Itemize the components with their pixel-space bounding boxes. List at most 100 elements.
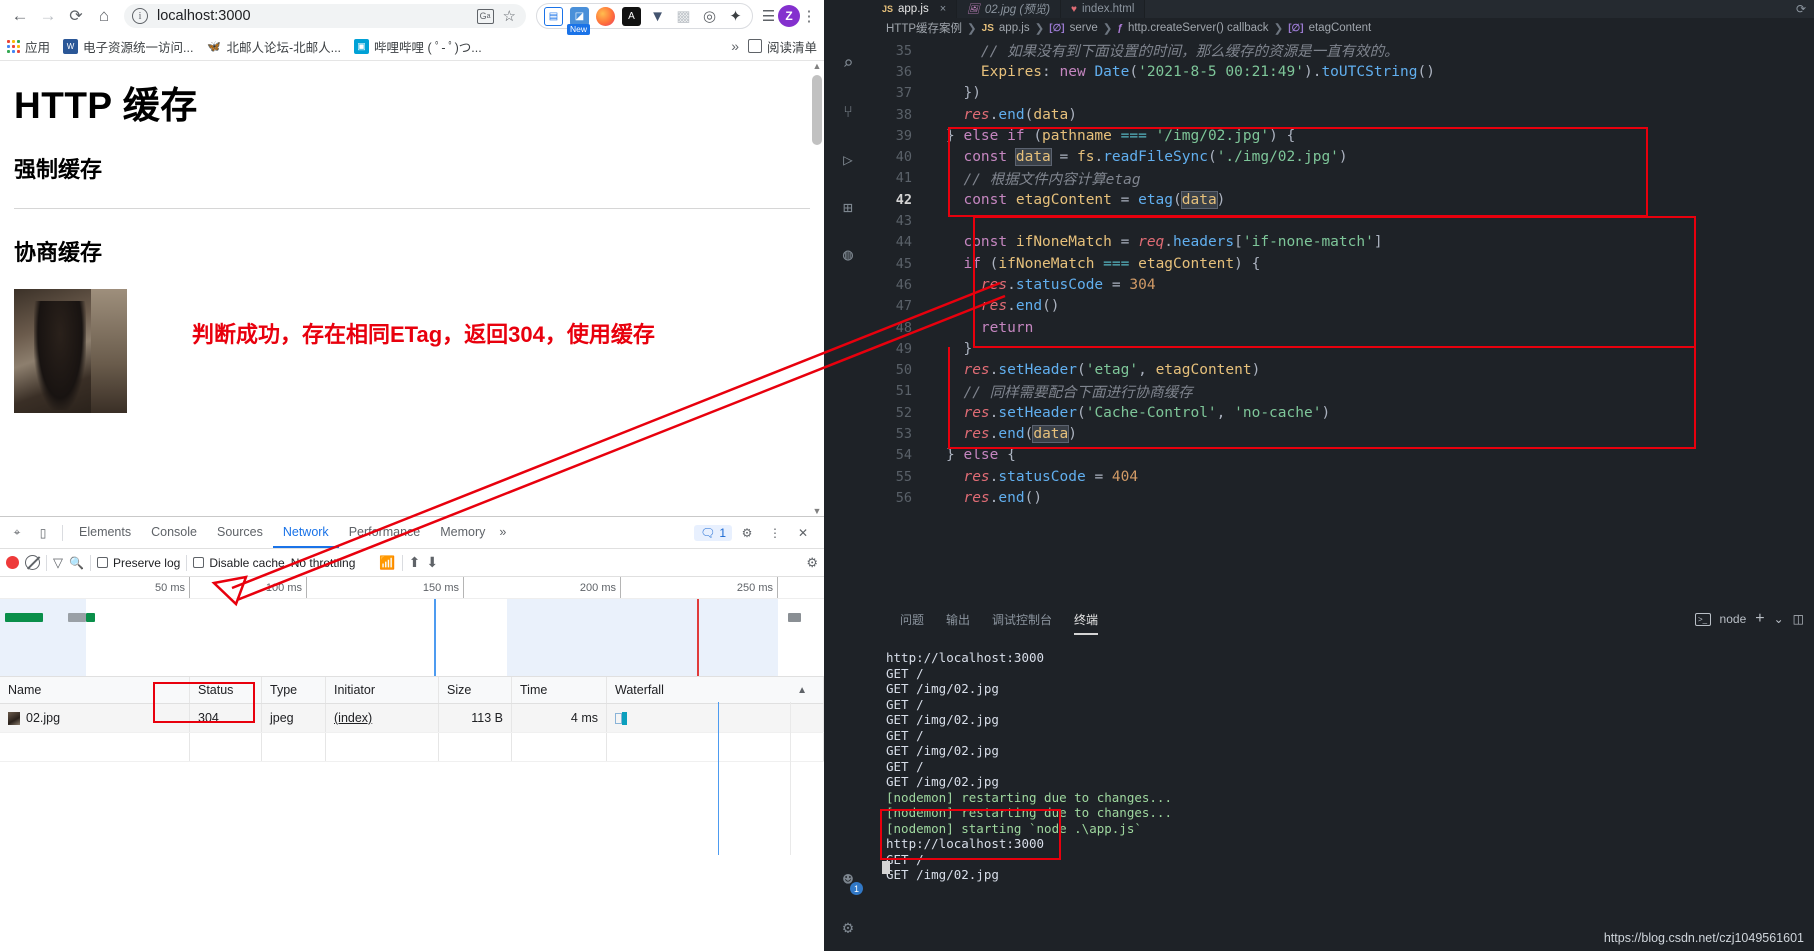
home-button[interactable]: ⌂ xyxy=(90,2,118,30)
column-header-type[interactable]: Type xyxy=(262,677,326,703)
timeline-icon[interactable]: ◍ xyxy=(835,242,861,268)
account-icon[interactable]: ☻ 1 xyxy=(835,867,863,895)
table-row[interactable]: 02.jpg 304 jpeg (index) 113 B 4 ms xyxy=(0,704,824,733)
breadcrumb-item-project[interactable]: HTTP缓存案例 xyxy=(886,20,962,36)
code-line[interactable]: 42 const etagContent = etag(data) xyxy=(872,189,1814,210)
code-line[interactable]: 39} else if (pathname === '/img/02.jpg')… xyxy=(872,125,1814,146)
code-line[interactable]: 44 const ifNoneMatch = req.headers['if-n… xyxy=(872,232,1814,253)
clear-icon[interactable] xyxy=(25,555,40,570)
code-line[interactable]: 38 res.end(data) xyxy=(872,104,1814,125)
tabs-overflow-icon[interactable]: » xyxy=(495,517,510,548)
tab-elements[interactable]: Elements xyxy=(69,517,141,548)
page-scrollbar[interactable]: ▲ ▼ xyxy=(810,61,824,516)
code-line[interactable]: 37 }) xyxy=(872,83,1814,104)
inspect-element-icon[interactable]: ⌖ xyxy=(4,520,30,546)
more-icon[interactable]: ⋮ xyxy=(762,520,788,546)
panel-tab-output[interactable]: 输出 xyxy=(946,611,970,628)
site-info-icon[interactable]: i xyxy=(132,8,148,24)
gear-icon[interactable]: ⚙ xyxy=(835,915,861,941)
code-line[interactable]: 52 res.setHeader('Cache-Control', 'no-ca… xyxy=(872,402,1814,423)
breadcrumb-item-etagcontent[interactable]: etagContent xyxy=(1309,22,1372,34)
reload-button[interactable]: ⟳ xyxy=(62,2,90,30)
network-overview[interactable]: 50 ms 100 ms 150 ms 200 ms 250 ms xyxy=(0,577,824,677)
code-line[interactable]: 51 // 同样需要配合下面进行协商缓存 xyxy=(872,381,1814,402)
editor-tab-index-html[interactable]: ♥ index.html xyxy=(1061,0,1146,18)
search-icon[interactable]: 🔍 xyxy=(69,556,84,570)
code-line[interactable]: 53 res.end(data) xyxy=(872,423,1814,444)
puzzle-ext-icon[interactable]: ✦ xyxy=(726,7,745,26)
terminal-output[interactable]: http://localhost:3000 GET / GET /img/02.jp… xyxy=(872,634,1814,883)
gear-icon[interactable]: ⚙ xyxy=(734,520,760,546)
code-line[interactable]: 35 // 如果没有到下面设置的时间，那么缓存的资源是一直有效的。 xyxy=(872,40,1814,61)
tab-memory[interactable]: Memory xyxy=(430,517,495,548)
reading-list-ext-icon[interactable]: ▤ xyxy=(544,6,563,26)
code-line[interactable]: 49 } xyxy=(872,338,1814,359)
bookmarks-overflow-icon[interactable]: » xyxy=(731,38,739,54)
bookmark-item[interactable]: W 电子资源统一访问... xyxy=(63,37,193,56)
chevron-down-icon[interactable]: ⌄ xyxy=(1774,612,1784,626)
forward-button[interactable]: → xyxy=(34,2,62,30)
breadcrumb-item-callback[interactable]: http.createServer() callback xyxy=(1128,22,1269,34)
avatar[interactable]: Z xyxy=(778,5,800,27)
scrollbar-thumb[interactable] xyxy=(812,75,822,145)
network-conditions-icon[interactable]: 📶 xyxy=(379,555,395,571)
code-line[interactable]: 47 res.end() xyxy=(872,296,1814,317)
tab-performance[interactable]: Performance xyxy=(339,517,431,548)
source-control-icon[interactable]: ⑂ xyxy=(835,98,861,124)
apps-shortcut[interactable]: 应用 xyxy=(7,37,50,56)
panel-tab-problems[interactable]: 问题 xyxy=(900,611,924,628)
translate-icon[interactable]: Ga xyxy=(476,8,494,24)
code-line[interactable]: 40 const data = fs.readFileSync('./img/0… xyxy=(872,146,1814,167)
altair-ext-icon[interactable]: A xyxy=(622,6,641,26)
firefox-ext-icon[interactable] xyxy=(596,6,615,26)
column-header-initiator[interactable]: Initiator xyxy=(326,677,439,703)
search-icon[interactable]: ⌕ xyxy=(835,50,861,76)
code-line[interactable]: 48 return xyxy=(872,317,1814,338)
preserve-log-checkbox[interactable]: Preserve log xyxy=(96,556,180,570)
code-line[interactable]: 45 if (ifNoneMatch === etagContent) { xyxy=(872,253,1814,274)
column-header-time[interactable]: Time xyxy=(512,677,607,703)
column-header-name[interactable]: Name xyxy=(0,677,190,703)
scroll-down-icon[interactable]: ▼ xyxy=(811,506,823,516)
code-editor[interactable]: 35 // 如果没有到下面设置的时间，那么缓存的资源是一直有效的。 36 Expi… xyxy=(872,38,1814,604)
column-header-waterfall[interactable]: Waterfall ▲ xyxy=(607,677,824,703)
new-tab-ext-icon[interactable]: ◪ New xyxy=(567,6,591,35)
code-line[interactable]: 50 res.setHeader('etag', etagContent) xyxy=(872,359,1814,380)
code-line[interactable]: 43 xyxy=(872,210,1814,231)
scroll-up-icon[interactable]: ▲ xyxy=(811,61,823,71)
run-debug-icon[interactable]: ▷ xyxy=(835,146,861,172)
column-header-size[interactable]: Size xyxy=(439,677,512,703)
throttling-select[interactable]: No throttling xyxy=(291,556,356,570)
panel-tab-terminal[interactable]: 终端 xyxy=(1074,611,1099,635)
close-icon[interactable]: × xyxy=(940,3,946,15)
tab-console[interactable]: Console xyxy=(141,517,207,548)
tab-sources[interactable]: Sources xyxy=(207,517,273,548)
address-bar[interactable]: i localhost:3000 Ga ☆ xyxy=(124,4,526,28)
editor-tab-app-js[interactable]: JS app.js × xyxy=(872,0,958,18)
device-toolbar-icon[interactable]: ▯ xyxy=(30,520,56,546)
reading-list-button[interactable]: 阅读清单 xyxy=(747,37,817,56)
code-line[interactable]: 55 res.statusCode = 404 xyxy=(872,466,1814,487)
bookmark-item[interactable]: 🦋 北邮人论坛-北邮人... xyxy=(206,37,341,56)
editor-tab-02-jpg[interactable]: 🖼 02.jpg (预览) xyxy=(957,0,1062,18)
network-settings-icon[interactable]: ⚙ xyxy=(806,555,818,571)
message-count-badge[interactable]: 🗨 1 xyxy=(694,524,732,541)
browser-menu-icon[interactable]: ⋮ xyxy=(800,7,818,25)
import-har-icon[interactable]: ⬆ xyxy=(409,554,421,571)
tab-network[interactable]: Network xyxy=(272,517,339,548)
record-icon[interactable] xyxy=(6,556,19,569)
disable-cache-checkbox[interactable]: Disable cache xyxy=(193,556,285,570)
code-line[interactable]: 41 // 根据文件内容计算etag xyxy=(872,168,1814,189)
cell-initiator[interactable]: (index) xyxy=(326,704,439,732)
editor-actions[interactable]: ⟳ xyxy=(1796,0,1814,18)
filter-icon[interactable]: ▽ xyxy=(53,555,63,571)
code-line[interactable]: 36 Expires: new Date('2021-8-5 00:21:49'… xyxy=(872,61,1814,82)
breadcrumb-item-serve[interactable]: serve xyxy=(1070,22,1098,34)
export-har-icon[interactable]: ⬇ xyxy=(426,554,438,571)
code-line[interactable]: 46 res.statusCode = 304 xyxy=(872,274,1814,295)
close-icon[interactable]: ✕ xyxy=(790,520,816,546)
column-header-status[interactable]: Status xyxy=(190,677,262,703)
new-terminal-icon[interactable]: + xyxy=(1755,610,1764,628)
panel-tab-debug-console[interactable]: 调试控制台 xyxy=(992,611,1052,628)
bookmark-item[interactable]: ▣ 哔哩哔哩 ( ﾟ- ﾟ)つ... xyxy=(354,37,482,56)
